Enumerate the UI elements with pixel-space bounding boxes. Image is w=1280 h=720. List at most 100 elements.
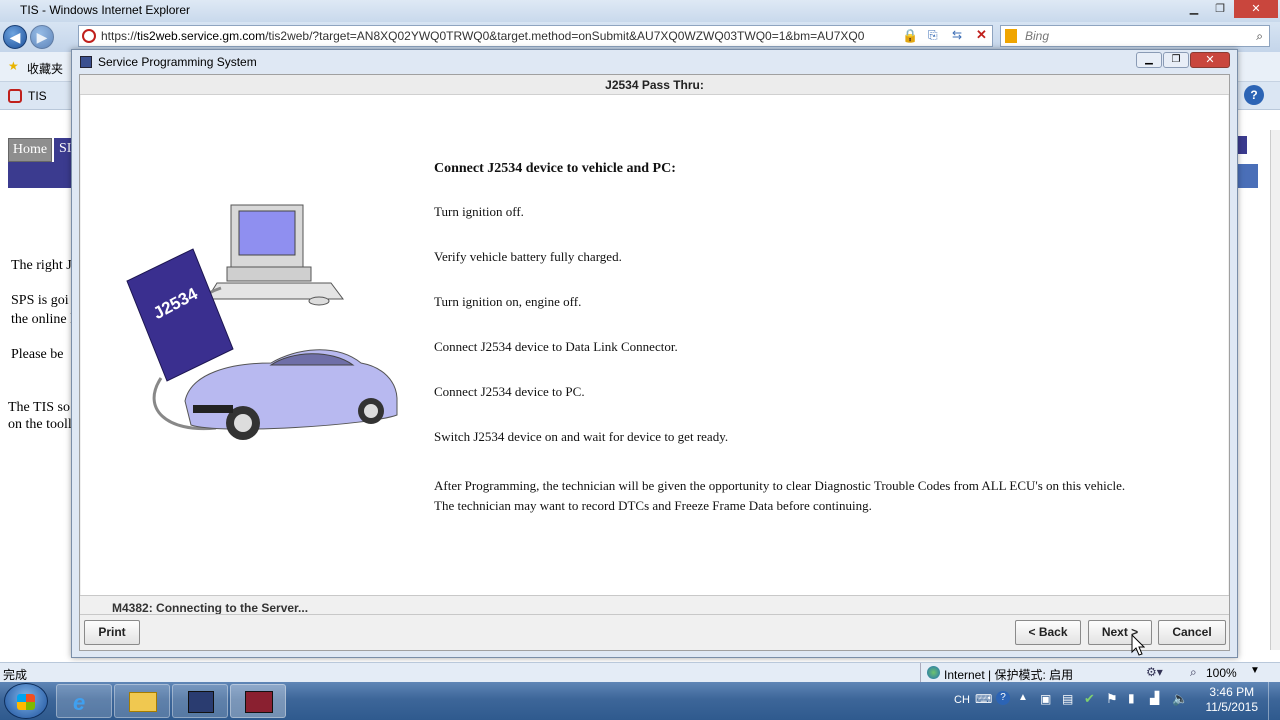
- ie-status-bar: 完成 Internet | 保护模式: 启用 ⚙▾ ⌕ 100% ▼: [0, 662, 1280, 683]
- instruction-heading: Connect J2534 device to vehicle and PC:: [434, 161, 676, 176]
- flag-icon[interactable]: ⚑: [1106, 691, 1118, 707]
- j2534-device-icon: J2534: [126, 248, 234, 382]
- show-desktop-button[interactable]: [1268, 682, 1280, 720]
- zoom-icon: ⌕: [1190, 665, 1197, 679]
- status-message: M4382: Connecting to the Server...: [112, 601, 309, 615]
- bing-logo-icon: [1005, 29, 1017, 43]
- status-text: 完成: [3, 668, 28, 682]
- clock-date: 11/5/2015: [1205, 700, 1259, 714]
- clock[interactable]: 3:46 PM 11/5/2015: [1206, 685, 1259, 715]
- window-title: TIS - Windows Internet Explorer: [20, 3, 191, 17]
- divider: [80, 614, 1229, 615]
- step-item: Verify vehicle battery fully charged.: [434, 249, 622, 264]
- tab-favicon-icon: [8, 89, 22, 103]
- security-zone[interactable]: Internet | 保护模式: 启用: [944, 666, 1073, 683]
- url-domain: tis2web.service.gm.com: [137, 29, 266, 43]
- programming-note: After Programming, the technician will b…: [434, 478, 1126, 493]
- step-item: Connect J2534 device to PC.: [434, 384, 585, 399]
- taskbar-sps-button[interactable]: [230, 684, 286, 718]
- ie-title-bar: TIS - Windows Internet Explorer ▁ ❐ ✕: [0, 0, 1280, 22]
- media-icon: [188, 691, 214, 713]
- bg-tab-home[interactable]: Home: [8, 138, 52, 162]
- programming-note: The technician may want to record DTCs a…: [434, 498, 872, 513]
- ie-navigation-bar: ◀ ▶ https://tis2web.service.gm.com/tis2w…: [0, 22, 1280, 52]
- tray-expand-icon[interactable]: ▲: [1018, 692, 1028, 703]
- language-indicator[interactable]: CH: [954, 694, 970, 706]
- tray-app-icon[interactable]: ▤: [1062, 692, 1073, 706]
- network-icon[interactable]: ▣: [1040, 692, 1051, 706]
- zoom-dropdown-icon[interactable]: ▼: [1250, 665, 1260, 676]
- maximize-icon[interactable]: ❐: [1208, 0, 1232, 18]
- dialog-minimize-icon[interactable]: ▁: [1136, 52, 1162, 68]
- stop-icon[interactable]: ✕: [976, 27, 987, 43]
- bg-text: The right J: [11, 258, 72, 273]
- search-input[interactable]: Bing ⌕: [1000, 25, 1270, 47]
- divider: [920, 663, 921, 683]
- step-item: Turn ignition off.: [434, 204, 524, 219]
- windows-logo-icon: [17, 694, 35, 710]
- battery-icon[interactable]: ▮: [1128, 691, 1135, 705]
- search-placeholder: Bing: [1025, 29, 1050, 43]
- taskbar-media-button[interactable]: [172, 684, 228, 718]
- refresh-icon[interactable]: ⇆: [952, 28, 962, 42]
- folder-icon: [129, 692, 157, 712]
- bg-text: the online l: [11, 312, 74, 327]
- globe-icon: [927, 666, 940, 679]
- cancel-button[interactable]: Cancel: [1158, 620, 1226, 645]
- j2534-illustration: J2534: [126, 204, 398, 440]
- clock-time: 3:46 PM: [1209, 685, 1255, 699]
- help-icon[interactable]: ?: [1244, 85, 1264, 105]
- step-header: J2534 Pass Thru:: [80, 75, 1229, 95]
- step-item: Turn ignition on, engine off.: [434, 294, 582, 309]
- bg-text: on the tooll: [8, 417, 72, 432]
- computer-icon: [206, 204, 344, 306]
- print-button[interactable]: Print: [84, 620, 140, 645]
- volume-icon[interactable]: 🔈: [1172, 691, 1188, 707]
- bg-text: SPS is goi: [11, 293, 69, 308]
- url-path: /tis2web/?target=AN8XQ02YWQ0TRWQ0&target…: [265, 29, 865, 43]
- divider: [80, 595, 1229, 596]
- mouse-cursor-icon: [1131, 634, 1145, 656]
- instruction-panel: J2534 Connect J2534 device to vehicle an…: [81, 95, 1228, 595]
- bg-text: Please be: [11, 347, 64, 362]
- signal-icon[interactable]: ▟: [1150, 691, 1159, 705]
- back-button[interactable]: < Back: [1015, 620, 1081, 645]
- dialog-title: Service Programming System: [98, 55, 257, 69]
- keyboard-icon[interactable]: ⌨: [975, 692, 992, 706]
- zoom-level[interactable]: 100%: [1206, 666, 1237, 680]
- back-arrow-icon[interactable]: ◀: [3, 25, 27, 49]
- bg-scrollbar[interactable]: [1270, 130, 1280, 650]
- bg-text: The TIS so: [8, 400, 70, 415]
- url-prefix: https://: [101, 29, 138, 43]
- sps-icon: [245, 691, 273, 713]
- forward-arrow-icon[interactable]: ▶: [30, 25, 54, 49]
- lock-icon[interactable]: 🔒: [902, 28, 918, 44]
- taskbar-ie-button[interactable]: e: [56, 684, 112, 718]
- address-input[interactable]: https://tis2web.service.gm.com/tis2web/?…: [78, 25, 993, 47]
- bg-nav-strip: [8, 162, 72, 188]
- dialog-body: J2534 Pass Thru: J2534 Connect J2534 dev…: [79, 74, 1230, 651]
- favorites-button[interactable]: 收藏夹: [27, 60, 63, 77]
- step-item: Switch J2534 device on and wait for devi…: [434, 429, 729, 444]
- app-icon: [80, 56, 92, 68]
- windows-taskbar: e CH ⌨ ? ▲ ▣ ▤ ✔ ⚑ ▮ ▟ 🔈 3:46 PM 11/5/20…: [0, 682, 1280, 720]
- dialog-close-icon[interactable]: ✕: [1190, 52, 1230, 68]
- site-favicon-icon: [82, 29, 96, 43]
- close-icon[interactable]: ✕: [1234, 0, 1278, 18]
- search-icon[interactable]: ⌕: [1256, 26, 1263, 46]
- sps-dialog: Service Programming System ▁ ❐ ✕ J2534 P…: [71, 49, 1238, 658]
- ie-icon: e: [73, 690, 86, 715]
- security-check-icon[interactable]: ✔: [1084, 691, 1095, 707]
- minimize-icon[interactable]: ▁: [1182, 0, 1206, 18]
- favorites-star-icon[interactable]: ★: [8, 59, 19, 73]
- page-tools-icon[interactable]: ⚙▾: [1146, 665, 1163, 679]
- dialog-title-bar: Service Programming System ▁ ❐ ✕: [72, 50, 1237, 74]
- dialog-maximize-icon[interactable]: ❐: [1163, 52, 1189, 68]
- step-item: Connect J2534 device to Data Link Connec…: [434, 339, 678, 354]
- ime-help-icon[interactable]: ?: [996, 691, 1010, 705]
- taskbar-explorer-button[interactable]: [114, 684, 170, 718]
- compatibility-icon[interactable]: ⎘: [928, 28, 938, 43]
- start-button[interactable]: [4, 683, 48, 719]
- tab-tis[interactable]: TIS: [28, 89, 47, 103]
- car-icon: [184, 349, 398, 440]
